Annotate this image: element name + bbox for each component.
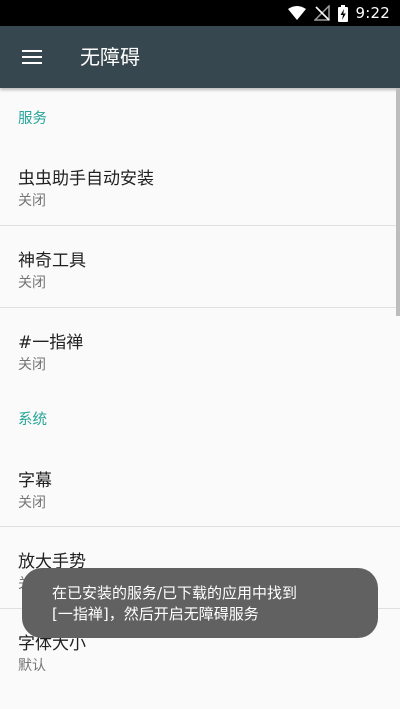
system-item-captions[interactable]: 字幕 关闭 <box>0 466 400 546</box>
pref-summary: 关闭 <box>18 357 46 373</box>
pref-summary: 关闭 <box>18 275 46 291</box>
pref-title: 虫虫助手自动安装 <box>18 169 154 189</box>
status-bar: 9:22 <box>0 0 400 26</box>
pref-summary: 默认 <box>18 658 46 674</box>
pref-title: 字幕 <box>18 471 52 491</box>
signal-off-icon <box>313 5 330 21</box>
menu-icon <box>22 50 42 64</box>
service-item-magic-tool[interactable]: 神奇工具 关闭 <box>0 246 400 326</box>
battery-charging-icon <box>337 4 348 22</box>
divider <box>0 225 400 226</box>
divider <box>0 307 400 308</box>
scrollbar[interactable] <box>396 88 400 316</box>
pref-title: 神奇工具 <box>18 251 86 271</box>
section-header-system: 系统 <box>18 412 47 428</box>
menu-button[interactable] <box>10 33 54 81</box>
system-item-font-size[interactable]: 字体大小 默认 <box>0 629 400 709</box>
page-title: 无障碍 <box>80 45 140 69</box>
pref-summary: 关闭 <box>18 193 46 209</box>
divider <box>0 526 400 527</box>
service-item-yizhichan[interactable]: #一指禅 关闭 <box>0 328 400 408</box>
app-bar: 无障碍 <box>0 26 400 88</box>
wifi-icon <box>287 6 306 20</box>
clock: 9:22 <box>355 4 390 22</box>
toast-message: 在已安装的服务/已下载的应用中找到 [一指禅]，然后开启无障碍服务 <box>22 568 378 638</box>
toast-line-1: 在已安装的服务/已下载的应用中找到 <box>52 584 298 602</box>
toast-line-2: [一指禅]，然后开启无障碍服务 <box>52 605 259 623</box>
pref-title: #一指禅 <box>18 333 84 353</box>
section-header-services: 服务 <box>18 111 47 127</box>
service-item-chongchong-auto-install[interactable]: 虫虫助手自动安装 关闭 <box>0 164 400 244</box>
pref-summary: 关闭 <box>18 495 46 511</box>
